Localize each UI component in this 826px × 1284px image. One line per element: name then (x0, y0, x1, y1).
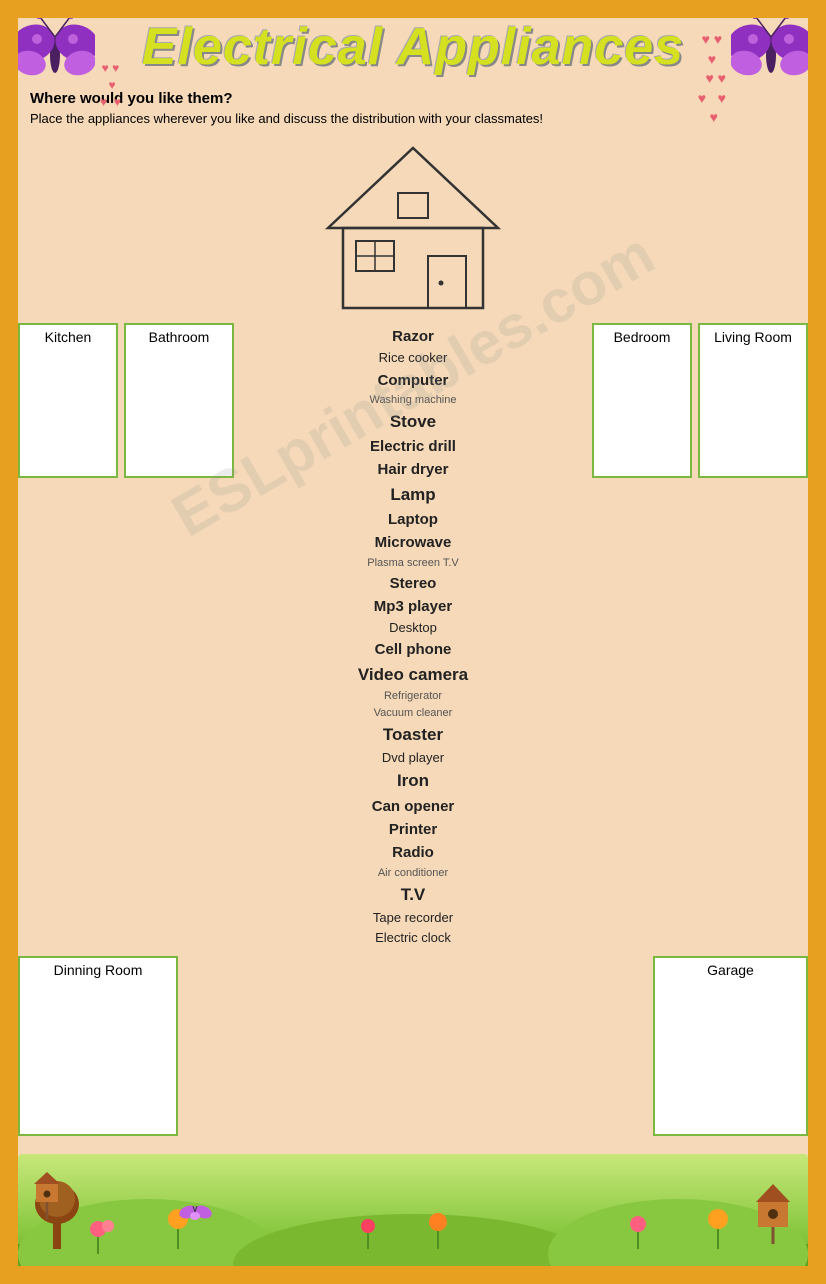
bedroom-box: Bedroom (592, 323, 692, 478)
left-rooms: Kitchen Bathroom (18, 323, 234, 478)
rooms-appliances-section: Kitchen Bathroom RazorRice cookerCompute… (0, 323, 826, 948)
appliance-item: Refrigerator (358, 688, 468, 705)
page-title: Electrical Appliances (132, 12, 694, 82)
garage-box: Garage (653, 956, 808, 1136)
appliances-list: RazorRice cookerComputerWashing machineS… (358, 325, 468, 948)
appliance-item: Plasma screen T.V (358, 555, 468, 572)
appliance-item: Tape recorder (358, 908, 468, 928)
appliances-list-section: RazorRice cookerComputerWashing machineS… (240, 323, 586, 948)
dinning-room-content (28, 982, 168, 1092)
house-illustration (0, 138, 826, 318)
bathroom-label: Bathroom (134, 329, 224, 345)
appliance-item: Can opener (358, 795, 468, 818)
right-rooms: Bedroom Living Room (592, 323, 808, 478)
kitchen-content (28, 349, 108, 459)
bedroom-content (602, 349, 682, 459)
appliance-item: Electric clock (358, 928, 468, 948)
appliance-item: Video camera (358, 662, 468, 688)
instruction-body: Place the appliances wherever you like a… (30, 110, 796, 128)
butterfly-left-decoration (15, 5, 95, 85)
appliance-item: Hair dryer (358, 458, 468, 481)
living-room-label: Living Room (708, 329, 798, 345)
kitchen-label: Kitchen (28, 329, 108, 345)
garage-label: Garage (663, 962, 798, 978)
butterfly-right-decoration (731, 5, 811, 85)
garage-wrapper: Garage (618, 956, 808, 1136)
bedroom-label: Bedroom (602, 329, 682, 345)
dinning-room-box: Dinning Room (18, 956, 178, 1136)
living-room-content (708, 349, 798, 459)
appliance-item: Iron (358, 768, 468, 794)
appliance-item: Stove (358, 409, 468, 435)
appliance-item: Toaster (358, 722, 468, 748)
appliance-item: Radio (358, 841, 468, 864)
appliance-item: Rice cooker (358, 348, 468, 368)
appliance-item: Cell phone (358, 638, 468, 661)
appliance-item: Printer (358, 818, 468, 841)
dinning-room-wrapper: Dinning Room (18, 956, 208, 1136)
dinning-room-label: Dinning Room (28, 962, 168, 978)
hearts-left-decoration: ♥ ♥ ♥♥ ♥ (100, 60, 121, 110)
bathroom-content (134, 349, 224, 459)
garage-content (663, 982, 798, 1092)
kitchen-box: Kitchen (18, 323, 118, 478)
appliance-item: Dvd player (358, 748, 468, 768)
appliance-item: Razor (358, 325, 468, 348)
bottom-row-section: Dinning Room Garage (0, 948, 826, 1136)
appliance-item: Air conditioner (358, 865, 468, 882)
garden-strip (18, 1154, 808, 1284)
hearts-right-decoration: ♥ ♥♥ ♥ ♥♥ ♥ ♥ (698, 30, 726, 128)
header: ♥ ♥♥ ♥ ♥♥ ♥ ♥ ♥ ♥ ♥♥ ♥ Electrical Applia… (0, 0, 826, 82)
appliance-item: Lamp (358, 482, 468, 508)
appliance-item: T.V (358, 882, 468, 908)
appliance-item: Vacuum cleaner (358, 705, 468, 722)
appliance-item: Desktop (358, 618, 468, 638)
bathroom-box: Bathroom (124, 323, 234, 478)
appliance-item: Stereo (358, 572, 468, 595)
appliance-item: Microwave (358, 531, 468, 554)
appliance-item: Mp3 player (358, 595, 468, 618)
appliance-item: Computer (358, 369, 468, 392)
appliance-item: Washing machine (358, 392, 468, 409)
instruction-heading: Where would you like them? (30, 90, 796, 107)
appliance-item: Electric drill (358, 435, 468, 458)
appliance-item: Laptop (358, 508, 468, 531)
living-room-box: Living Room (698, 323, 808, 478)
